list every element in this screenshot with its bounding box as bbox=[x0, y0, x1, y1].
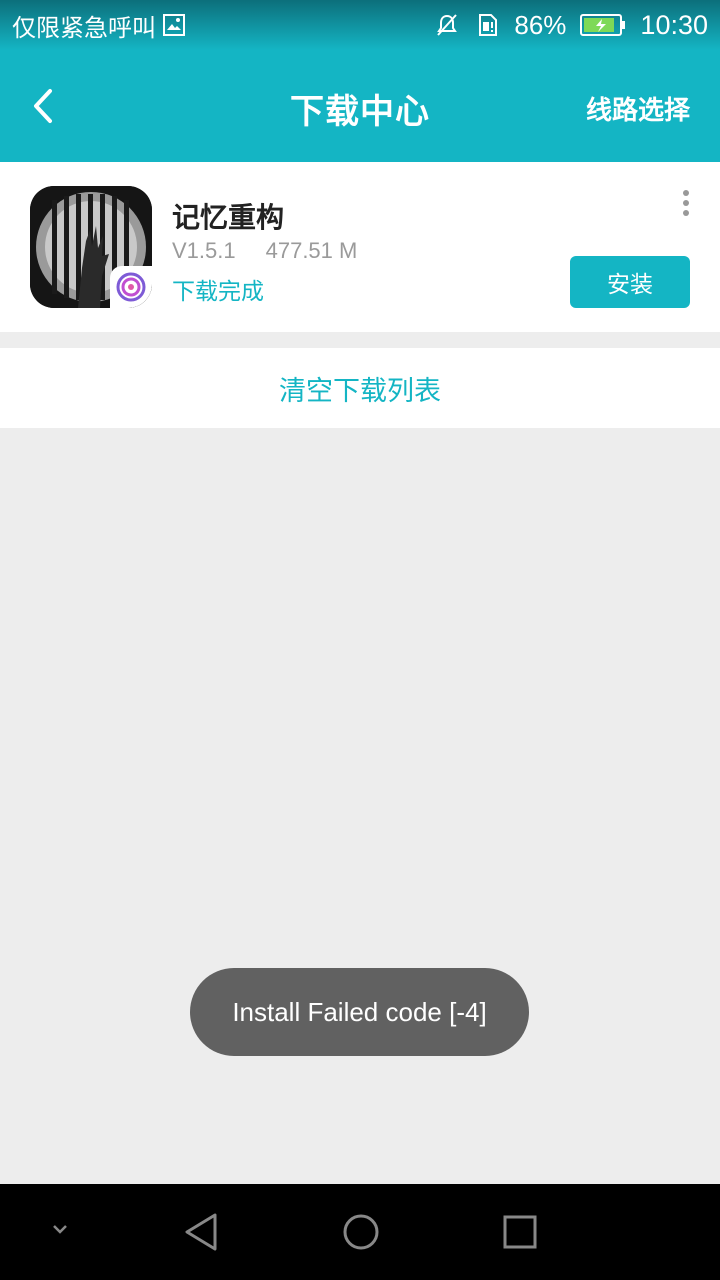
home-nav-icon[interactable] bbox=[342, 1213, 380, 1251]
install-button[interactable]: 安装 bbox=[570, 256, 690, 308]
status-bar: 仅限紧急呼叫 86% 10:30 bbox=[0, 0, 720, 50]
battery-charging-icon bbox=[580, 14, 626, 36]
carrier-area: 仅限紧急呼叫 bbox=[12, 8, 186, 43]
download-item: 记忆重构 V1.5.1 477.51 M 下载完成 安装 bbox=[0, 162, 720, 332]
more-options-icon[interactable] bbox=[676, 188, 696, 218]
back-nav-icon[interactable] bbox=[182, 1212, 222, 1252]
status-right: 86% 10:30 bbox=[434, 10, 708, 41]
download-status: 下载完成 bbox=[172, 279, 264, 305]
recents-nav-icon[interactable] bbox=[503, 1215, 537, 1249]
navigation-bar bbox=[0, 1184, 720, 1280]
app-header: 下载中心 线路选择 bbox=[0, 50, 720, 162]
route-select-button[interactable]: 线路选择 bbox=[586, 90, 690, 127]
app-meta: V1.5.1 477.51 M bbox=[172, 238, 357, 264]
mute-icon bbox=[437, 14, 458, 36]
image-notification-icon bbox=[163, 14, 185, 36]
hide-nav-chevron-icon[interactable] bbox=[50, 1222, 70, 1236]
swirl-logo-icon bbox=[116, 272, 146, 302]
toast-message: Install Failed code [-4] bbox=[190, 968, 529, 1056]
battery-percent: 86% bbox=[514, 9, 567, 40]
clear-list-label: 清空下载列表 bbox=[279, 375, 441, 407]
app-icon bbox=[30, 186, 152, 308]
app-name: 记忆重构 bbox=[172, 201, 285, 234]
clear-list-button[interactable]: 清空下载列表 bbox=[0, 348, 720, 428]
platform-badge bbox=[110, 266, 152, 308]
app-version: V1.5.1 bbox=[172, 238, 236, 263]
app-size: 477.51 M bbox=[265, 238, 358, 263]
carrier-text: 仅限紧急呼叫 bbox=[12, 13, 156, 42]
clock: 10:30 bbox=[640, 9, 708, 40]
sim-alert-icon bbox=[479, 14, 498, 36]
